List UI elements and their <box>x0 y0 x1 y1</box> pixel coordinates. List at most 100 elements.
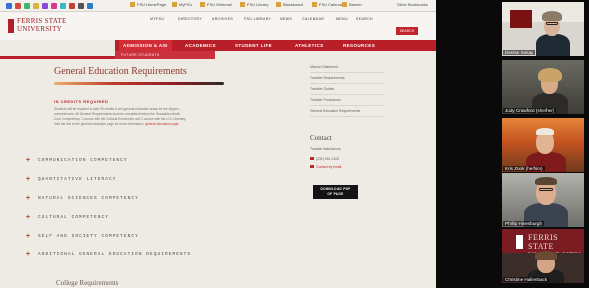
bookmark-link[interactable]: MyFSU <box>172 2 192 7</box>
site-header: FERRIS STATE UNIVERSITY MYFSU DIRECTORY … <box>0 12 436 40</box>
sidebar-nav: Mission Statement Transfer Requirements … <box>310 62 384 117</box>
plus-icon: + <box>26 157 31 164</box>
accordion-label: COMMUNICATION COMPETENCY <box>38 158 128 163</box>
bookmark-link[interactable]: Banner <box>342 2 362 7</box>
accordion-label: SELF AND SOCIETY COMPETENCY <box>38 234 139 239</box>
intro-line-text: Visit the link to the general education … <box>54 122 145 126</box>
participant-tile[interactable]: Denise Sokay <box>502 2 584 56</box>
contact-phone-text: (231) 591-2100 <box>316 157 340 161</box>
intro-paragraph: Students will be required to take 39 cre… <box>54 107 294 127</box>
sidebar-link[interactable]: Transfer Procedures <box>310 95 384 106</box>
participant-tile[interactable]: Judy Crawford (she/her) <box>502 60 584 114</box>
accordion-label: QUANTITATIVE LITERACY <box>38 177 117 182</box>
plus-icon: + <box>26 214 31 221</box>
subnav-future-students[interactable]: FUTURE STUDENTS <box>115 51 215 59</box>
video-call-screen-share: FSU HomePage MyFSU FSU Webmail FSU Libra… <box>0 0 589 288</box>
participant-hair <box>536 128 554 135</box>
participant-name: Kris Zook (he/him) <box>503 166 545 171</box>
sidebar-link[interactable]: Transfer Guides <box>310 84 384 95</box>
util-link[interactable]: FSU LIBRARY <box>244 17 271 21</box>
util-link[interactable]: DIRECTORY <box>178 17 202 21</box>
nav-tab-resources[interactable]: RESOURCES <box>343 40 375 51</box>
participant-body <box>536 34 570 56</box>
nav-tab-student-life[interactable]: STUDENT LIFE <box>235 40 272 51</box>
university-banner: FERRIS STATE UNIVERSITY <box>502 229 584 260</box>
bookmarks-bar: FSU HomePage MyFSU FSU Webmail FSU Libra… <box>0 0 436 12</box>
participant-name: Denise Sokay <box>503 50 536 55</box>
app-icon[interactable] <box>42 3 48 9</box>
participant-hair <box>538 68 562 82</box>
college-requirements-heading: College Requirements <box>56 279 119 287</box>
participant-tile[interactable]: FERRIS STATE UNIVERSITY Christine Hallen… <box>502 229 584 283</box>
app-icon[interactable] <box>6 3 12 9</box>
download-label-1: DOWNLOAD PDF <box>320 187 351 191</box>
sidebar-link[interactable]: Mission Statement <box>310 62 384 73</box>
main-nav: ADMISSION & AID ACADEMICS STUDENT LIFE A… <box>115 40 436 51</box>
util-link[interactable]: SEARCH <box>356 17 373 21</box>
app-icon[interactable] <box>33 3 39 9</box>
util-link[interactable]: NEWS <box>280 17 292 21</box>
participant-hair <box>535 177 557 185</box>
plus-icon: + <box>26 233 31 240</box>
general-education-link[interactable]: general education page <box>145 122 178 126</box>
download-pdf-button[interactable]: DOWNLOAD PDF OF PAGE <box>313 185 358 199</box>
section-heading: IN CREDITS REQUIRED <box>54 99 109 104</box>
sidebar-link[interactable]: General Education Requirements <box>310 106 384 117</box>
logo-mark-icon <box>8 19 14 33</box>
util-link[interactable]: MENU <box>336 17 348 21</box>
accordion-label: ADDITIONAL GENERAL EDUCATION REQUIREMENT… <box>38 252 192 257</box>
plus-icon: + <box>26 176 31 183</box>
intro-line: Visit the link to the general education … <box>54 122 294 127</box>
bookmark-link[interactable]: FSU Calendar <box>312 2 344 7</box>
participant-tile[interactable]: Kris Zook (he/him) <box>502 118 584 172</box>
banner-logo-line-1: FERRIS STATE <box>528 233 559 251</box>
bookmark-link[interactable]: FSU Webmail <box>200 2 232 7</box>
email-icon <box>310 165 314 168</box>
participant-name: Christine Hallenback <box>503 277 550 282</box>
bookmark-link[interactable]: FSU Library <box>240 2 268 7</box>
participant-hair <box>535 251 557 260</box>
plus-icon: + <box>26 251 31 258</box>
search-button[interactable]: SEARCH <box>396 27 418 35</box>
nav-tab-admission[interactable]: ADMISSION & AID <box>119 40 172 51</box>
app-icon[interactable] <box>60 3 66 9</box>
participant-panel: Denise Sokay Judy Crawford (she/her) Kri… <box>436 0 589 288</box>
logo-mark-icon <box>516 235 523 249</box>
bookmark-link[interactable]: Blackboard <box>276 2 303 7</box>
accordion-label: CULTURAL COMPETENCY <box>38 215 109 220</box>
logo-line-1: FERRIS STATE <box>17 17 67 25</box>
glasses <box>546 22 558 25</box>
util-link[interactable]: ARCHIVES <box>212 17 233 21</box>
nav-tab-athletics[interactable]: ATHLETICS <box>295 40 324 51</box>
contact-phone[interactable]: (231) 591-2100 <box>310 157 339 161</box>
university-logo[interactable]: FERRIS STATE UNIVERSITY <box>8 17 78 37</box>
participant-name: Judy Crawford (she/her) <box>503 108 557 113</box>
logo-text: FERRIS STATE UNIVERSITY <box>17 17 67 33</box>
contact-email-text: Contact by email <box>316 165 342 169</box>
accordion-label: NATURAL SCIENCES COMPETENCY <box>38 196 139 201</box>
app-icon[interactable] <box>78 3 84 9</box>
glasses <box>539 188 553 191</box>
nav-tab-academics[interactable]: ACADEMICS <box>185 40 216 51</box>
wall-art <box>510 10 532 28</box>
app-icon[interactable] <box>15 3 21 9</box>
sidebar-link[interactable]: Transfer Requirements <box>310 73 384 84</box>
shared-screen: FSU HomePage MyFSU FSU Webmail FSU Libra… <box>0 0 436 288</box>
app-icon[interactable] <box>24 3 30 9</box>
app-icon[interactable] <box>69 3 75 9</box>
util-link[interactable]: MYFSU <box>150 17 164 21</box>
app-icon[interactable] <box>87 3 93 9</box>
contact-email[interactable]: Contact by email <box>310 165 341 169</box>
participant-name: Phillip Hinesburgh <box>503 221 545 226</box>
participant-hair <box>542 11 562 21</box>
util-link[interactable]: CALENDAR <box>302 17 324 21</box>
participant-tile[interactable]: Phillip Hinesburgh <box>502 173 584 227</box>
download-label-2: OF PAGE <box>327 191 344 196</box>
contact-heading: Contact <box>310 134 332 142</box>
logo-line-2: UNIVERSITY <box>17 25 62 33</box>
plus-icon: + <box>26 195 31 202</box>
phone-icon <box>310 157 314 160</box>
bookmark-link[interactable]: FSU HomePage <box>130 2 166 7</box>
other-bookmarks[interactable]: Other Bookmarks <box>397 2 428 7</box>
app-icon[interactable] <box>51 3 57 9</box>
